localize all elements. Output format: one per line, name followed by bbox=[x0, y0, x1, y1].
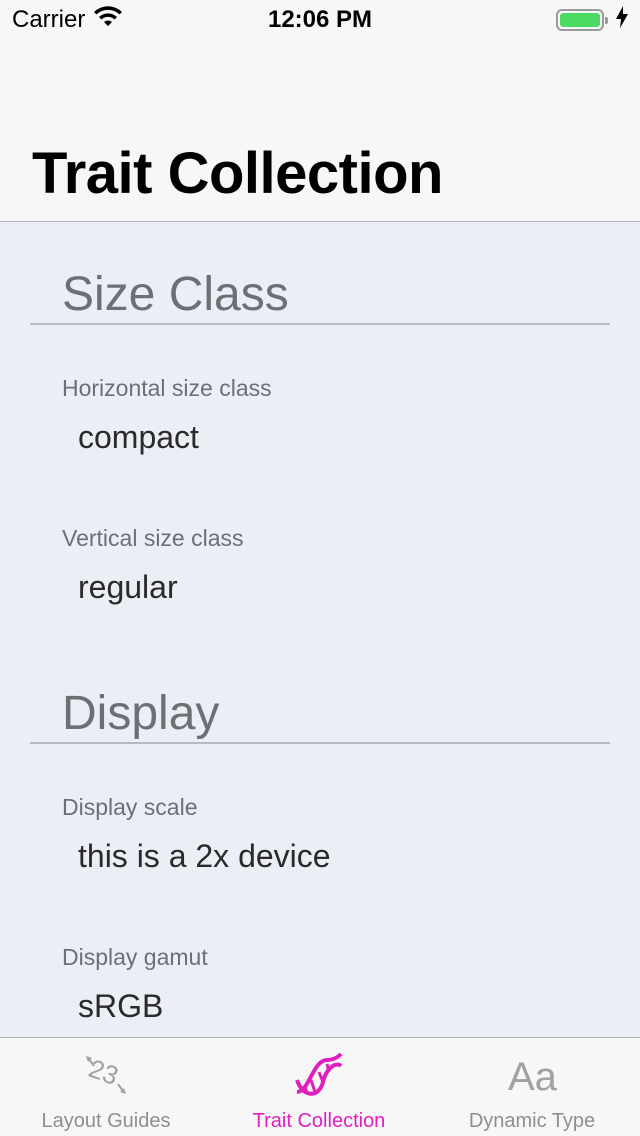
section-divider bbox=[30, 742, 610, 744]
display-scale-value: this is a 2x device bbox=[78, 838, 331, 874]
carrier-label: Carrier bbox=[12, 6, 86, 33]
status-right bbox=[428, 5, 628, 35]
tab-dynamic-type[interactable]: Aa Dynamic Type bbox=[456, 1038, 608, 1136]
layout-guides-icon: 23 bbox=[80, 1050, 132, 1102]
display-scale-label: Display scale bbox=[62, 794, 198, 820]
navigation-bar: Trait Collection bbox=[0, 40, 640, 222]
display-gamut-value: sRGB bbox=[78, 988, 164, 1024]
tab-label: Layout Guides bbox=[41, 1110, 171, 1132]
dna-icon bbox=[293, 1050, 345, 1102]
tab-label: Trait Collection bbox=[252, 1110, 386, 1132]
section-divider bbox=[30, 323, 610, 325]
font-size-icon: Aa bbox=[506, 1050, 558, 1102]
tab-layout-guides[interactable]: 23 Layout Guides bbox=[30, 1038, 182, 1136]
svg-text:Aa: Aa bbox=[508, 1055, 558, 1099]
section-header-size-class: Size Class bbox=[62, 268, 289, 321]
page-title: Trait Collection bbox=[32, 141, 443, 206]
tab-label: Dynamic Type bbox=[468, 1110, 596, 1132]
tab-trait-collection[interactable]: Trait Collection bbox=[240, 1038, 398, 1136]
charging-bolt-icon bbox=[616, 5, 628, 35]
horizontal-size-class-value: compact bbox=[78, 419, 199, 455]
wifi-icon bbox=[93, 5, 123, 35]
trait-content[interactable]: Size Class Horizontal size class compact… bbox=[0, 223, 640, 1037]
status-left: Carrier bbox=[12, 5, 212, 35]
section-header-display: Display bbox=[62, 687, 220, 740]
status-bar: Carrier 12:06 PM bbox=[0, 0, 640, 40]
tab-bar: 23 Layout Guides Trait Collection Aa Dyn… bbox=[0, 1037, 640, 1136]
battery-level bbox=[560, 13, 600, 27]
display-gamut-label: Display gamut bbox=[62, 944, 208, 970]
battery-icon bbox=[556, 9, 608, 31]
vertical-size-class-label: Vertical size class bbox=[62, 525, 244, 551]
vertical-size-class-value: regular bbox=[78, 569, 178, 605]
horizontal-size-class-label: Horizontal size class bbox=[62, 375, 272, 401]
